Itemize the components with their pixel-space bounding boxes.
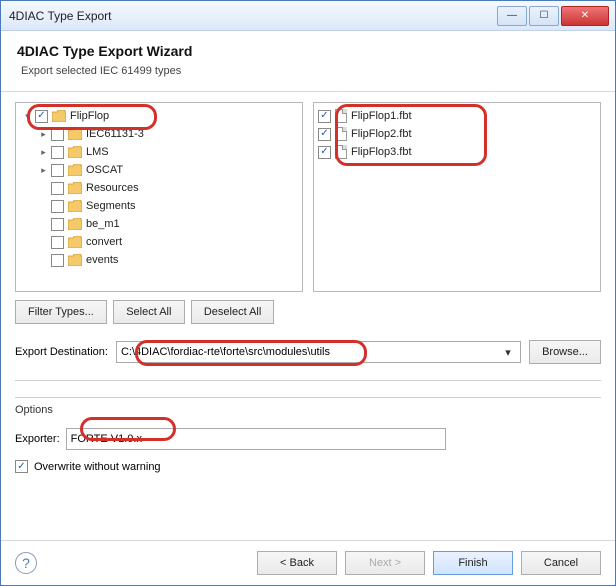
- exporter-select[interactable]: FORTE V1.0.x: [66, 428, 446, 450]
- tree-item-label: Resources: [86, 182, 139, 194]
- help-icon[interactable]: ?: [15, 552, 37, 574]
- expander-icon: [38, 237, 49, 248]
- folder-icon: [68, 164, 82, 176]
- deselect-all-button[interactable]: Deselect All: [191, 300, 274, 324]
- tree-checkbox[interactable]: [35, 110, 48, 123]
- divider: [15, 380, 601, 381]
- expander-icon: [38, 255, 49, 266]
- tree-item-label: FlipFlop: [70, 110, 109, 122]
- close-button[interactable]: ✕: [561, 6, 609, 26]
- tree-checkbox[interactable]: [51, 236, 64, 249]
- tree-row[interactable]: convert: [18, 233, 300, 251]
- tree-checkbox[interactable]: [51, 254, 64, 267]
- tree-row[interactable]: ▾ FlipFlop: [18, 107, 300, 125]
- file-icon: [335, 127, 347, 141]
- tree-row[interactable]: ▸ LMS: [18, 143, 300, 161]
- list-item-label: FlipFlop2.fbt: [351, 128, 412, 140]
- tree-item-label: convert: [86, 236, 122, 248]
- expander-icon[interactable]: ▸: [38, 147, 49, 158]
- expander-icon: [38, 201, 49, 212]
- folder-icon: [68, 236, 82, 248]
- folder-icon: [68, 254, 82, 266]
- tree-item-label: Segments: [86, 200, 136, 212]
- tree-row[interactable]: Resources: [18, 179, 300, 197]
- expander-icon[interactable]: ▸: [38, 129, 49, 140]
- export-destination-input[interactable]: [121, 346, 500, 358]
- tree-item-label: IEC61131-3: [86, 128, 144, 140]
- tree-item-label: be_m1: [86, 218, 120, 230]
- list-item-label: FlipFlop1.fbt: [351, 110, 412, 122]
- options-group-label: Options: [15, 404, 601, 416]
- exporter-label: Exporter:: [15, 433, 60, 445]
- overwrite-checkbox[interactable]: [15, 460, 28, 473]
- tree-item-label: LMS: [86, 146, 109, 158]
- page-subtitle: Export selected IEC 61499 types: [17, 65, 599, 77]
- list-checkbox[interactable]: [318, 128, 331, 141]
- type-file-list[interactable]: FlipFlop1.fbt FlipFlop2.fbt FlipFlop3.fbt: [313, 102, 601, 292]
- titlebar: 4DIAC Type Export — ☐ ✕: [1, 1, 615, 31]
- tree-item-label: OSCAT: [86, 164, 123, 176]
- list-checkbox[interactable]: [318, 146, 331, 159]
- overwrite-label: Overwrite without warning: [34, 461, 161, 473]
- file-icon: [335, 109, 347, 123]
- expander-icon: [38, 219, 49, 230]
- file-icon: [335, 145, 347, 159]
- export-destination-combo[interactable]: ▾: [116, 341, 521, 363]
- back-button[interactable]: < Back: [257, 551, 337, 575]
- export-destination-label: Export Destination:: [15, 346, 108, 358]
- expander-icon[interactable]: ▾: [22, 111, 33, 122]
- folder-icon: [68, 146, 82, 158]
- minimize-button[interactable]: —: [497, 6, 527, 26]
- finish-button[interactable]: Finish: [433, 551, 513, 575]
- cancel-button[interactable]: Cancel: [521, 551, 601, 575]
- tree-item-label: events: [86, 254, 118, 266]
- wizard-header: 4DIAC Type Export Wizard Export selected…: [1, 31, 615, 92]
- tree-checkbox[interactable]: [51, 200, 64, 213]
- folder-icon: [68, 182, 82, 194]
- list-row[interactable]: FlipFlop3.fbt: [316, 143, 598, 161]
- tree-checkbox[interactable]: [51, 218, 64, 231]
- page-title: 4DIAC Type Export Wizard: [17, 43, 599, 59]
- folder-icon: [68, 218, 82, 230]
- chevron-down-icon[interactable]: ▾: [500, 346, 516, 359]
- list-row[interactable]: FlipFlop1.fbt: [316, 107, 598, 125]
- tree-row[interactable]: be_m1: [18, 215, 300, 233]
- browse-button[interactable]: Browse...: [529, 340, 601, 364]
- tree-row[interactable]: Segments: [18, 197, 300, 215]
- folder-icon: [68, 128, 82, 140]
- tree-row[interactable]: events: [18, 251, 300, 269]
- next-button: Next >: [345, 551, 425, 575]
- tree-checkbox[interactable]: [51, 146, 64, 159]
- list-item-label: FlipFlop3.fbt: [351, 146, 412, 158]
- expander-icon[interactable]: ▸: [38, 165, 49, 176]
- folder-icon: [68, 200, 82, 212]
- folder-icon: [52, 110, 66, 122]
- list-row[interactable]: FlipFlop2.fbt: [316, 125, 598, 143]
- window-title: 4DIAC Type Export: [9, 9, 495, 23]
- expander-icon: [38, 183, 49, 194]
- tree-row[interactable]: ▸ IEC61131-3: [18, 125, 300, 143]
- tree-checkbox[interactable]: [51, 128, 64, 141]
- tree-checkbox[interactable]: [51, 164, 64, 177]
- filter-types-button[interactable]: Filter Types...: [15, 300, 107, 324]
- select-all-button[interactable]: Select All: [113, 300, 185, 324]
- exporter-value: FORTE V1.0.x: [71, 433, 142, 445]
- tree-row[interactable]: ▸ OSCAT: [18, 161, 300, 179]
- tree-checkbox[interactable]: [51, 182, 64, 195]
- maximize-button[interactable]: ☐: [529, 6, 559, 26]
- list-checkbox[interactable]: [318, 110, 331, 123]
- type-tree[interactable]: ▾ FlipFlop ▸ IEC61131-3 ▸ LMS ▸ OSCAT Resources S…: [15, 102, 303, 292]
